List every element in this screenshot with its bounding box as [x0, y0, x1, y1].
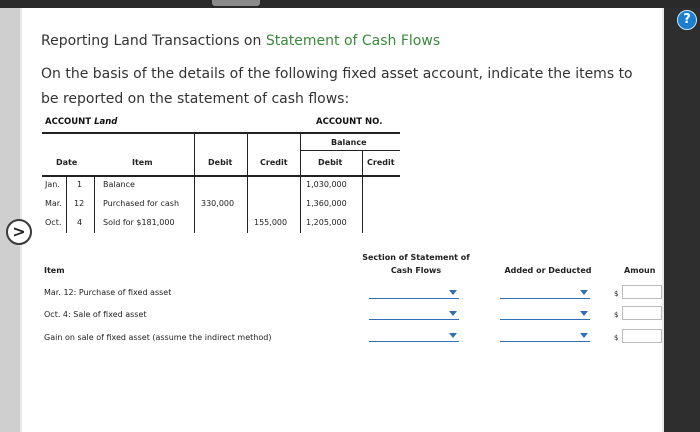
amount-input[interactable] — [622, 329, 662, 343]
row-balance-debit: 1,205,000 — [306, 218, 347, 227]
section-dropdown[interactable] — [369, 307, 459, 320]
chevron-down-icon — [449, 333, 457, 338]
chevron-down-icon — [580, 290, 588, 295]
help-icon[interactable]: ? — [677, 10, 697, 30]
v-rule — [300, 132, 301, 175]
section-header-line2: Cash Flows — [390, 266, 442, 275]
added-deducted-header: Added or Deducted — [504, 266, 592, 275]
row-label-gain: Gain on sale of fixed asset (assume the … — [44, 333, 272, 342]
page-title: Reporting Land Transactions on Statement… — [41, 33, 440, 49]
row-day: 4 — [77, 218, 83, 227]
row-month: Oct. — [45, 218, 62, 227]
row-credit: 155,000 — [254, 218, 288, 227]
item-header: Item — [132, 158, 153, 167]
row-balance-debit: 1,360,000 — [306, 199, 347, 208]
debit-header: Debit — [208, 158, 233, 167]
account-no-label: ACCOUNT NO. — [316, 117, 383, 127]
instructions: On the basis of the details of the follo… — [41, 66, 633, 107]
row-day: 12 — [74, 199, 85, 208]
item-col-header: Item — [44, 266, 65, 275]
credit-header: Credit — [260, 158, 288, 167]
date-header: Date — [56, 158, 78, 167]
chevron-down-icon — [580, 333, 588, 338]
v-rule — [362, 150, 363, 175]
account-name: ACCOUNT Land — [45, 117, 117, 127]
dollar-sign: $ — [614, 311, 619, 319]
balance-credit-header: Credit — [367, 158, 395, 167]
amount-input[interactable] — [622, 285, 662, 299]
balance-header: Balance — [331, 138, 367, 147]
section-dropdown[interactable] — [369, 329, 459, 342]
row-debit: 330,000 — [201, 199, 235, 208]
amount-input[interactable] — [622, 306, 662, 320]
v-rule — [94, 175, 95, 233]
row-label-sale: Oct. 4: Sale of fixed asset — [44, 310, 147, 319]
v-rule — [247, 175, 248, 233]
section-header: Section of Statement of Cash Flows — [356, 251, 476, 277]
added-deducted-dropdown[interactable] — [500, 329, 590, 342]
balance-rule — [300, 150, 400, 151]
chevron-down-icon — [449, 290, 457, 295]
header-rule — [42, 175, 400, 177]
browser-top-bar — [0, 0, 700, 8]
added-deducted-dropdown[interactable] — [500, 286, 590, 299]
title-text: Reporting Land Transactions on — [41, 33, 266, 49]
tab-handle — [212, 0, 260, 6]
title-link[interactable]: Statement of Cash Flows — [266, 33, 440, 49]
v-rule — [247, 132, 248, 175]
row-item: Sold for $181,000 — [103, 218, 175, 227]
row-item: Purchased for cash — [103, 199, 180, 208]
added-deducted-dropdown[interactable] — [500, 307, 590, 320]
dollar-sign: $ — [614, 334, 619, 342]
row-month: Jan. — [45, 180, 60, 189]
row-item: Balance — [103, 180, 135, 189]
v-rule — [66, 175, 67, 233]
account-land: Land — [94, 117, 118, 127]
v-rule — [194, 175, 195, 233]
right-sidebar — [664, 8, 700, 432]
amount-header: Amoun — [624, 266, 656, 275]
chevron-down-icon — [580, 311, 588, 316]
section-dropdown[interactable] — [369, 286, 459, 299]
row-day: 1 — [77, 180, 83, 189]
ledger-top-rule — [42, 132, 400, 134]
v-rule — [194, 132, 195, 175]
balance-debit-header: Debit — [318, 158, 343, 167]
next-arrow-icon[interactable]: > — [6, 219, 32, 245]
row-month: Mar. — [45, 199, 62, 208]
row-balance-debit: 1,030,000 — [306, 180, 347, 189]
account-label: ACCOUNT — [45, 117, 95, 127]
section-header-line1: Section of Statement of — [362, 253, 470, 262]
dollar-sign: $ — [614, 290, 619, 298]
row-label-purchase: Mar. 12: Purchase of fixed asset — [44, 288, 172, 297]
chevron-down-icon — [449, 311, 457, 316]
v-rule — [362, 175, 363, 233]
v-rule — [300, 175, 301, 233]
